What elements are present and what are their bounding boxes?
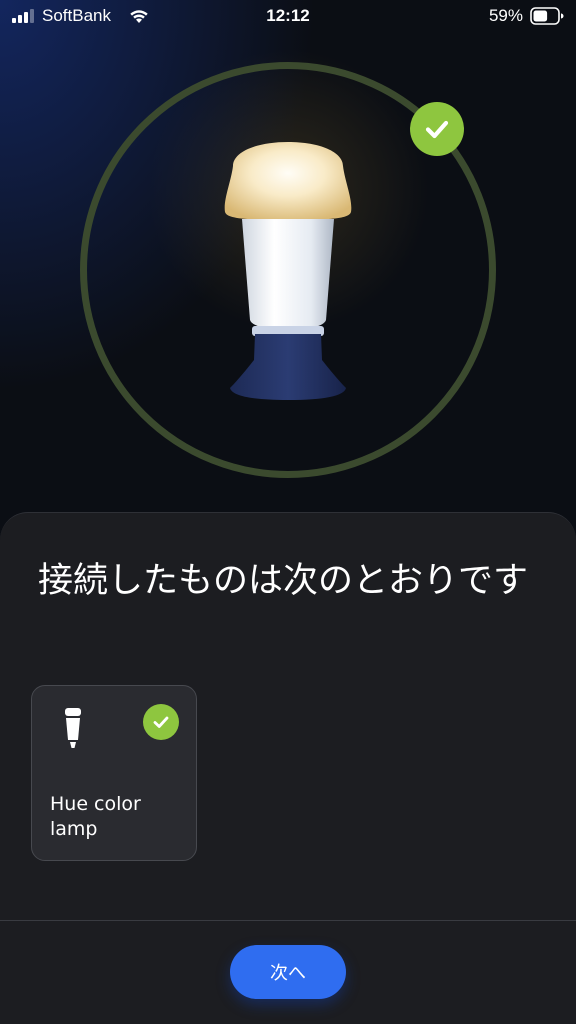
check-icon	[425, 120, 449, 139]
screen: SoftBank 12:12 59% 接続したものは次のとおりです Hue co…	[0, 0, 576, 1024]
status-bar: SoftBank 12:12 59%	[0, 0, 576, 34]
result-sheet: 接続したものは次のとおりです Hue color lamp 次へ	[0, 512, 576, 1024]
sheet-title: 接続したものは次のとおりです	[38, 561, 529, 601]
battery-icon	[530, 7, 564, 25]
connected-check-badge	[410, 102, 464, 156]
device-check-badge	[143, 704, 179, 740]
divider	[0, 920, 576, 921]
next-button[interactable]: 次へ	[230, 945, 346, 999]
device-name: Hue color lamp	[50, 793, 141, 840]
bulb-icon	[65, 708, 81, 748]
device-card[interactable]: Hue color lamp	[31, 685, 197, 861]
battery-percent: 59%	[488, 6, 523, 25]
bulb-icon	[224, 142, 352, 400]
check-icon	[153, 716, 169, 728]
